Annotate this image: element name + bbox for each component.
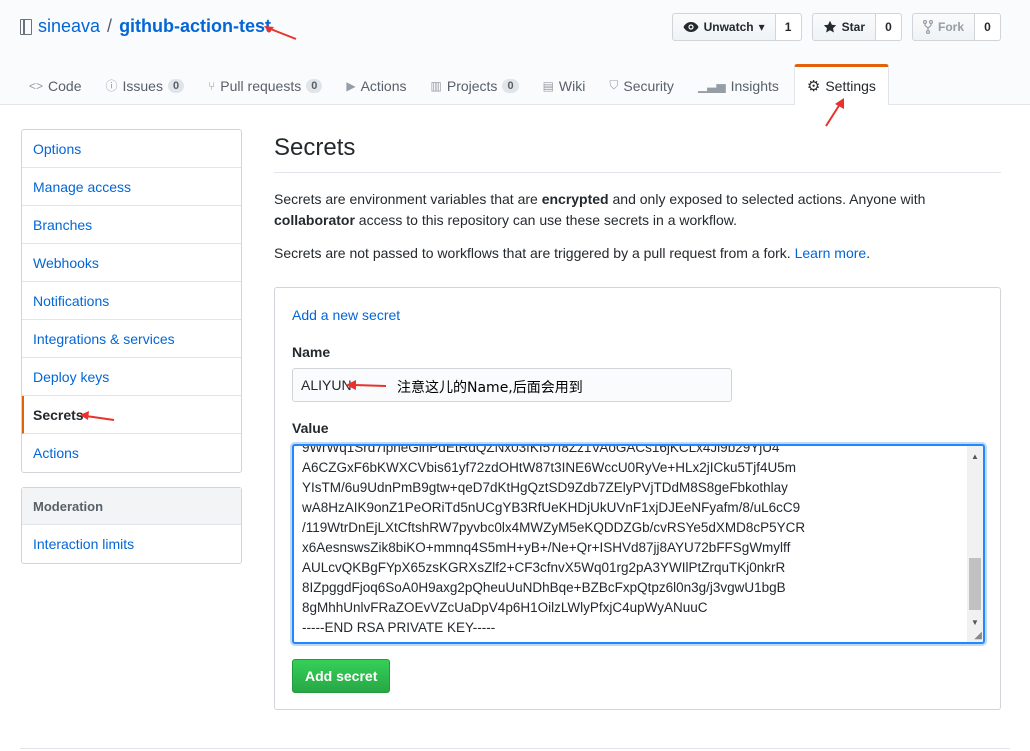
- eye-icon: [683, 22, 699, 32]
- value-line: 8gMhhUnlvFRaZOEvVZcUaDpV4p6H1OilzLWlyPfx…: [302, 600, 708, 615]
- tab-label: Issues: [122, 77, 163, 94]
- tab-wiki[interactable]: ▤ Wiki: [534, 65, 595, 105]
- tab-projects[interactable]: ▥ Projects 0: [422, 65, 528, 105]
- code-icon: <>: [29, 78, 44, 93]
- fork-label: Fork: [937, 20, 964, 34]
- moderation-sidebar: Moderation Interaction limits: [21, 487, 242, 564]
- tab-issues[interactable]: ⓘ Issues 0: [96, 65, 193, 105]
- tab-counter: 0: [306, 78, 323, 93]
- name-label: Name: [292, 344, 331, 360]
- sidebar-item-actions[interactable]: Actions: [22, 434, 241, 472]
- watchers-count[interactable]: 1: [775, 13, 802, 41]
- repo-title: sineava / github-action-test: [20, 16, 271, 37]
- play-icon: ▶: [346, 78, 356, 93]
- gear-icon: ⚙: [806, 78, 821, 95]
- unwatch-button[interactable]: Unwatch ▾: [671, 13, 776, 41]
- sidebar-item-options[interactable]: Options: [22, 130, 241, 168]
- project-icon: ▥: [430, 78, 442, 93]
- repo-actions: Unwatch ▾ 1 Star 0 Fork 0: [671, 13, 1001, 41]
- textarea-scrollbar[interactable]: ▲ ▼: [967, 446, 983, 642]
- value-line: x6AesnswsZik8biKO+mmnq4S5mH+yB+/Ne+Qr+IS…: [302, 540, 791, 555]
- unwatch-label: Unwatch: [703, 20, 754, 34]
- secrets-main: Secrets Secrets are environment variable…: [274, 129, 1001, 710]
- tab-label: Code: [48, 77, 82, 94]
- tab-label: Insights: [730, 77, 779, 94]
- tab-label: Security: [623, 77, 674, 94]
- graph-icon: ▁▃▅: [697, 78, 726, 93]
- tab-code[interactable]: <> Code: [20, 65, 90, 105]
- star-group: Star 0: [811, 13, 902, 41]
- star-button[interactable]: Star: [811, 13, 876, 41]
- tab-security[interactable]: ⛉ Security: [600, 65, 683, 105]
- settings-sidebar: Options Manage access Branches Webhooks …: [21, 129, 242, 473]
- annotation-note: 注意这儿的Name,后面会用到: [397, 380, 583, 396]
- value-line: YIsTM/6u9UdnPmB9gtw+qeD7dKtHgQztSD9Zdb7Z…: [302, 480, 788, 495]
- sidebar-item-manage-access[interactable]: Manage access: [22, 168, 241, 206]
- add-secret-button[interactable]: Add secret: [292, 659, 391, 693]
- learn-more-link[interactable]: Learn more: [795, 245, 867, 261]
- sidebar-item-deploy-keys[interactable]: Deploy keys: [22, 358, 241, 396]
- repo-separator: /: [107, 16, 113, 36]
- forks-count[interactable]: 0: [975, 13, 1001, 41]
- star-label: Star: [841, 20, 865, 34]
- add-new-secret-link[interactable]: Add a new secret: [292, 307, 400, 323]
- tab-counter: 0: [502, 78, 519, 93]
- scroll-down-icon[interactable]: ▼: [967, 614, 983, 630]
- value-line: /119WtrDnEjLXtCftshRW7pyvbc0lx4MWZyM5eKQ…: [302, 520, 806, 535]
- tab-settings[interactable]: ⚙ Settings: [793, 64, 889, 105]
- fork-group: Fork 0: [911, 13, 1001, 41]
- value-line: wA8HzAIK9onZ1PeORiTd5nUCgYB3RfUeKHDjUkUV…: [302, 500, 801, 515]
- resize-handle-icon[interactable]: ◢: [974, 630, 982, 641]
- watch-group: Unwatch ▾ 1: [671, 13, 802, 41]
- tab-counter: 0: [167, 78, 185, 93]
- repo-owner-link[interactable]: sineava: [38, 16, 100, 37]
- value-line: 8IZpggdFjoq6SoA0H9axg2pQheuUuNDhBqe+BZBc…: [302, 580, 786, 595]
- tab-label: Actions: [360, 77, 407, 94]
- fork-button[interactable]: Fork: [911, 13, 975, 41]
- chevron-down-icon: ▾: [758, 20, 765, 34]
- fork-note: Secrets are not passed to workflows that…: [274, 245, 871, 261]
- sidebar-item-integrations[interactable]: Integrations & services: [22, 320, 241, 358]
- sidebar-item-branches[interactable]: Branches: [22, 206, 241, 244]
- value-line: -----END RSA PRIVATE KEY-----: [302, 620, 496, 635]
- tab-label: Settings: [825, 78, 876, 94]
- value-line: AULcvQKBgFYpX65zsKGRXsZlf2+CF3cfnvX5Wq01…: [302, 560, 786, 575]
- sidebar-item-webhooks[interactable]: Webhooks: [22, 244, 241, 282]
- repo-nav-tabs: <> Code ⓘ Issues 0 ⑂ Pull requests 0 ▶ A…: [20, 64, 895, 105]
- tab-insights[interactable]: ▁▃▅ Insights: [689, 65, 788, 105]
- moderation-heading: Moderation: [22, 488, 241, 525]
- issue-icon: ⓘ: [105, 79, 118, 93]
- fork-icon: [922, 20, 933, 34]
- new-secret-form: Add a new secret Name ALIYUN Value 9WrWq…: [274, 287, 1001, 710]
- tab-label: Wiki: [558, 77, 586, 94]
- sidebar-item-secrets[interactable]: Secrets: [22, 396, 241, 434]
- tab-actions[interactable]: ▶ Actions: [337, 65, 415, 105]
- value-line: 9WrWq1Srd7lpheGlnPdEtRdQZNx03fKI57I8Zz1V…: [302, 444, 780, 455]
- secret-value-textarea[interactable]: 9WrWq1Srd7lpheGlnPdEtRdQZNx03fKI57I8Zz1V…: [292, 444, 985, 644]
- sidebar-item-interaction-limits[interactable]: Interaction limits: [22, 525, 241, 563]
- tab-pull-requests[interactable]: ⑂ Pull requests 0: [199, 65, 331, 105]
- secret-value-content: 9WrWq1Srd7lpheGlnPdEtRdQZNx03fKI57I8Zz1V…: [302, 444, 963, 638]
- sidebar-item-notifications[interactable]: Notifications: [22, 282, 241, 320]
- repo-header: sineava / github-action-test Unwatch ▾ 1…: [0, 0, 1030, 105]
- star-icon: [823, 20, 836, 33]
- scroll-up-icon[interactable]: ▲: [967, 448, 983, 464]
- shield-icon: ⛉: [609, 78, 619, 92]
- value-label: Value: [292, 420, 329, 436]
- scrollbar-thumb[interactable]: [969, 558, 981, 610]
- value-line: A6CZGxF6bKWXCVbis61yf72zdOHtW87t3INE6Wcc…: [302, 460, 797, 475]
- repo-name-link[interactable]: github-action-test: [119, 16, 271, 37]
- pull-request-icon: ⑂: [208, 78, 216, 93]
- repo-icon: [20, 18, 32, 35]
- footer-divider: [20, 748, 1010, 749]
- stars-count[interactable]: 0: [875, 13, 902, 41]
- subhead: Secrets: [274, 134, 1001, 173]
- tab-label: Projects: [446, 77, 498, 94]
- book-icon: ▤: [542, 78, 554, 93]
- secrets-description: Secrets are environment variables that a…: [274, 191, 926, 228]
- tab-label: Pull requests: [220, 77, 302, 94]
- page-title: Secrets: [274, 134, 356, 161]
